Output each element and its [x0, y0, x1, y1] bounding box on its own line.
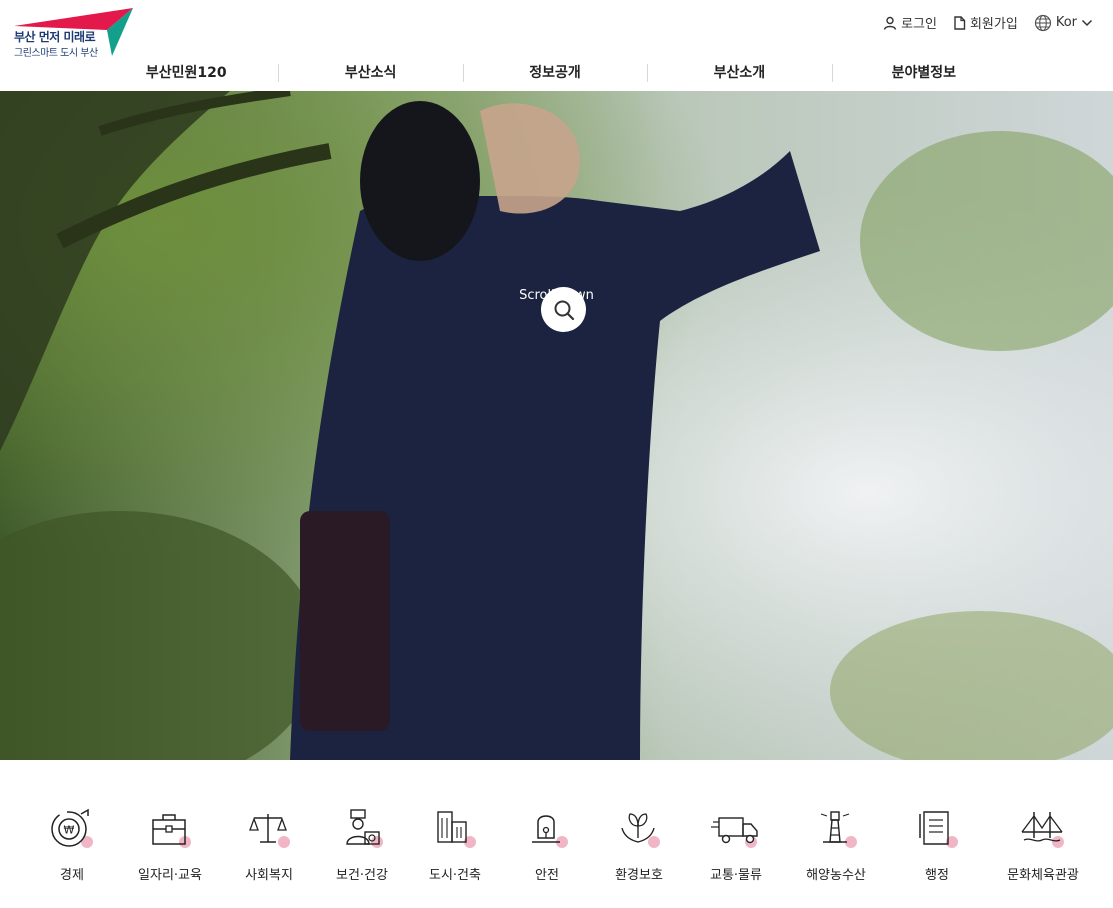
main-navigation: 부산민원120 부산소식 정보공개 부산소개 분야별정보 [94, 62, 1016, 84]
site-header: 부산 먼저 미래로 그린스마트 도시 부산 로그인 회원가입 Kor 부산민원1… [0, 0, 1113, 91]
category-label: 교통·물류 [710, 868, 762, 883]
nav-item-fields[interactable]: 분야별정보 [831, 62, 1016, 84]
category-culture-sports-tourism[interactable]: 문화체육관광 [988, 804, 1098, 883]
truck-icon [711, 817, 758, 844]
svg-text:₩: ₩ [64, 824, 75, 837]
category-label: 행정 [925, 868, 949, 883]
logo-subtitle: 그린스마트 도시 부산 [14, 48, 98, 59]
signup-label: 회원가입 [969, 17, 1018, 32]
siren-icon [532, 815, 560, 843]
category-label: 문화체육관광 [1007, 868, 1079, 883]
category-label: 일자리·교육 [138, 868, 202, 883]
category-environment[interactable]: 환경보호 [584, 804, 694, 883]
login-label: 로그인 [901, 17, 937, 32]
category-economy[interactable]: ₩ 경제 [17, 804, 127, 883]
nav-item-disclosure[interactable]: 정보공개 [462, 62, 647, 84]
scales-icon [249, 814, 287, 843]
nav-item-civil-service[interactable]: 부산민원120 [94, 62, 278, 84]
category-marine-agriculture[interactable]: 해양농수산 [781, 804, 891, 883]
document-icon [919, 811, 949, 845]
login-link[interactable]: 로그인 [883, 13, 937, 32]
economy-icon: ₩ [51, 808, 89, 847]
scroll-down-hint[interactable]: Scroll down [0, 288, 1113, 303]
category-label: 경제 [60, 868, 84, 883]
nav-item-about[interactable]: 부산소개 [647, 62, 831, 84]
category-administration[interactable]: 행정 [882, 804, 992, 883]
document-icon [954, 15, 966, 30]
hero-visual: Scroll down [0, 91, 1113, 760]
lighthouse-icon [820, 811, 850, 843]
doctor-icon [346, 809, 380, 845]
nav-item-news[interactable]: 부산소식 [278, 62, 462, 84]
briefcase-icon [152, 814, 186, 845]
hero-background-image [0, 91, 1113, 760]
category-jobs-education[interactable]: 일자리·교육 [115, 804, 225, 883]
language-label: Kor [1055, 15, 1077, 30]
bridge-icon [1021, 812, 1063, 842]
plant-hands-icon [621, 813, 655, 843]
category-label: 해양농수산 [806, 868, 866, 883]
category-label: 환경보호 [615, 868, 663, 883]
language-select[interactable]: Kor [1034, 14, 1093, 32]
chevron-down-icon [1081, 19, 1093, 26]
signup-link[interactable]: 회원가입 [953, 13, 1018, 32]
category-transport[interactable]: 교통·물류 [681, 804, 791, 883]
logo-slogan: 부산 먼저 미래로 [14, 30, 96, 44]
globe-icon [1034, 14, 1051, 31]
busan-logo[interactable]: 부산 먼저 미래로 그린스마트 도시 부산 [12, 8, 137, 59]
buildings-icon [437, 811, 467, 843]
category-menu: ₩ 경제 일자리·교육 사회복지 보건·건강 도시·건축 안전 환경보호 교통·… [0, 760, 1113, 908]
utility-menu: 로그인 회원가입 Kor [883, 13, 1093, 32]
user-icon [883, 16, 897, 30]
